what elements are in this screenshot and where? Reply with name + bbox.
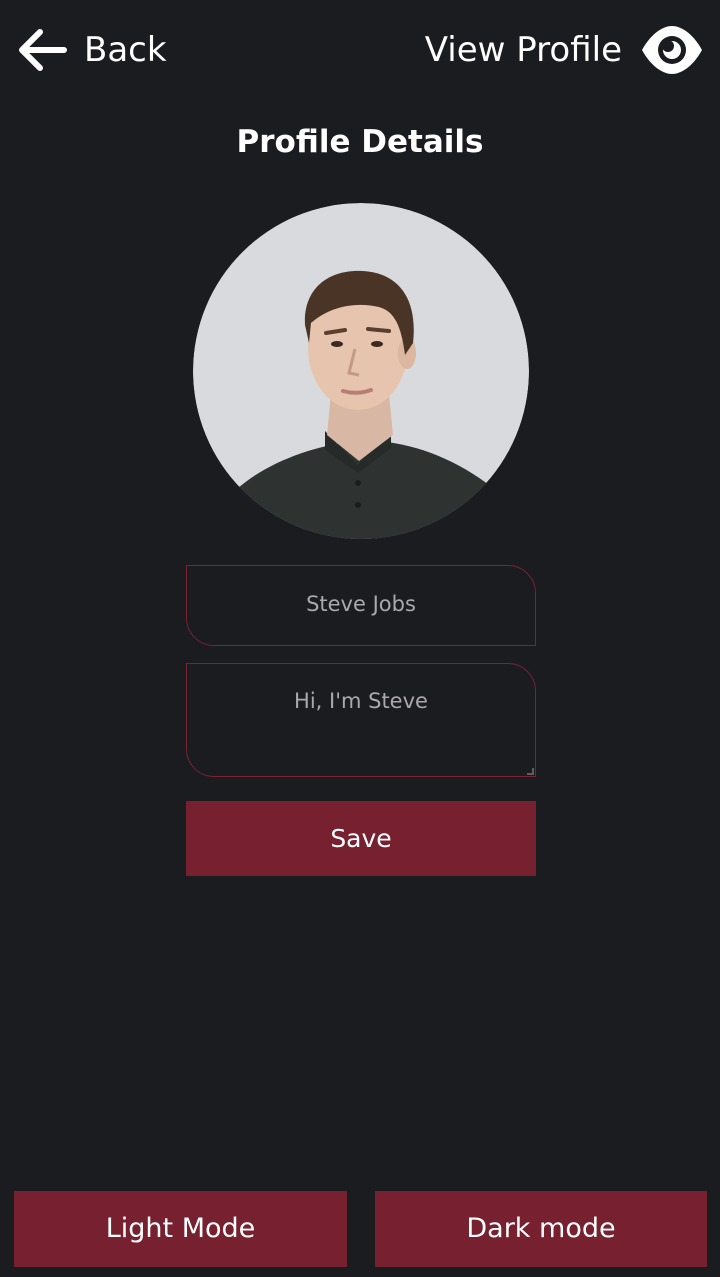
name-input-value: Steve Jobs bbox=[306, 592, 416, 616]
back-button[interactable]: Back bbox=[16, 26, 167, 74]
bio-textarea[interactable]: Hi, I'm Steve bbox=[186, 663, 536, 777]
eye-icon bbox=[642, 26, 702, 74]
view-profile-label: View Profile bbox=[424, 30, 622, 70]
save-button[interactable]: Save bbox=[186, 801, 536, 876]
profile-details-screen: Back View Profile Profile Details Steve … bbox=[0, 0, 720, 1277]
dark-mode-button[interactable]: Dark mode bbox=[375, 1191, 707, 1267]
light-mode-button[interactable]: Light Mode bbox=[14, 1191, 347, 1267]
arrow-left-icon bbox=[19, 29, 67, 71]
page-title: Profile Details bbox=[236, 124, 484, 160]
view-profile-button[interactable]: View Profile bbox=[425, 24, 704, 76]
top-bar: Back View Profile bbox=[0, 0, 720, 100]
back-label: Back bbox=[84, 30, 167, 70]
resize-handle-icon[interactable] bbox=[527, 768, 534, 775]
avatar[interactable] bbox=[193, 203, 529, 539]
name-input[interactable]: Steve Jobs bbox=[186, 565, 536, 646]
bio-textarea-value: Hi, I'm Steve bbox=[294, 689, 428, 713]
